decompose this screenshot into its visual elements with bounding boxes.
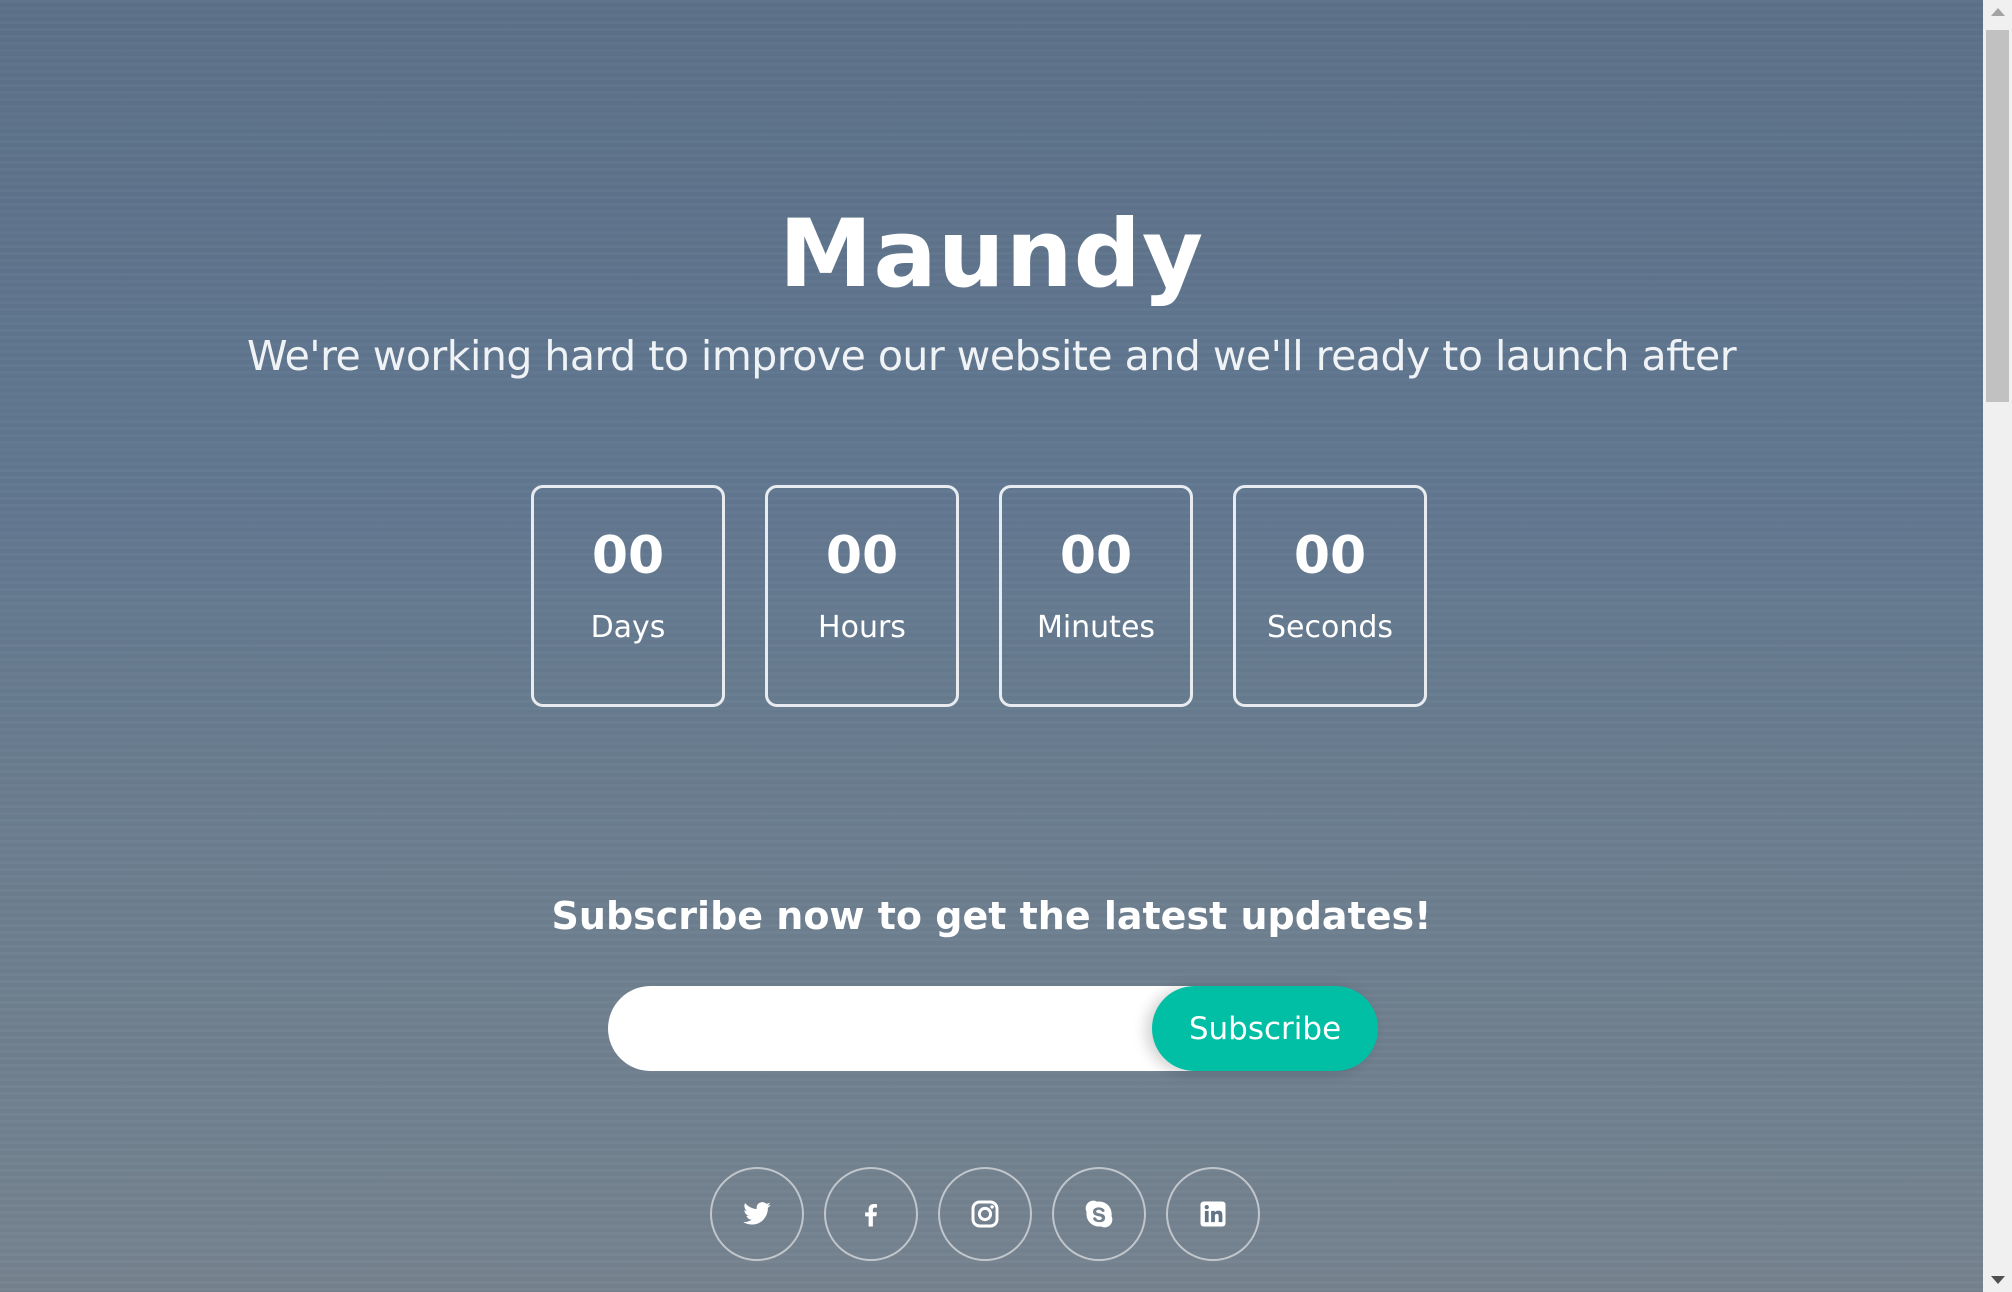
- coming-soon-page: Maundy We're working hard to improve our…: [0, 0, 1983, 1292]
- facebook-link[interactable]: [824, 1167, 918, 1261]
- skype-icon: [1085, 1200, 1113, 1228]
- subscribe-heading: Subscribe now to get the latest updates!: [551, 894, 1432, 938]
- countdown-label: Seconds: [1266, 610, 1394, 645]
- scrollbar-thumb[interactable]: [1986, 30, 2009, 402]
- tagline: We're working hard to improve our websit…: [246, 332, 1737, 380]
- vertical-scrollbar[interactable]: [1983, 0, 2012, 1292]
- linkedin-icon: [1200, 1201, 1226, 1227]
- linkedin-link[interactable]: [1166, 1167, 1260, 1261]
- countdown-days: 00 Days: [531, 485, 725, 707]
- scroll-down-arrow[interactable]: [1983, 1268, 2012, 1292]
- skype-link[interactable]: [1052, 1167, 1146, 1261]
- page-title: Maundy: [778, 200, 1205, 309]
- countdown-value: 00: [591, 526, 665, 586]
- subscribe-form: Subscribe: [608, 986, 1378, 1071]
- countdown-timer: 00 Days 00 Hours 00 Minutes 00 Seconds: [531, 485, 1427, 707]
- social-links: [710, 1167, 1260, 1261]
- facebook-icon: [865, 1204, 877, 1227]
- countdown-label: Minutes: [1036, 610, 1156, 645]
- countdown-label: Hours: [818, 610, 906, 645]
- countdown-value: 00: [1293, 526, 1367, 586]
- scroll-up-arrow[interactable]: [1983, 0, 2012, 24]
- countdown-seconds: 00 Seconds: [1233, 485, 1427, 707]
- countdown-hours: 00 Hours: [765, 485, 959, 707]
- countdown-value: 00: [1059, 526, 1133, 586]
- countdown-label: Days: [590, 610, 666, 645]
- countdown-minutes: 00 Minutes: [999, 485, 1193, 707]
- twitter-icon: [743, 1202, 771, 1225]
- instagram-icon: [971, 1200, 999, 1228]
- countdown-value: 00: [825, 526, 899, 586]
- twitter-link[interactable]: [710, 1167, 804, 1261]
- subscribe-button[interactable]: Subscribe: [1152, 986, 1378, 1071]
- instagram-link[interactable]: [938, 1167, 1032, 1261]
